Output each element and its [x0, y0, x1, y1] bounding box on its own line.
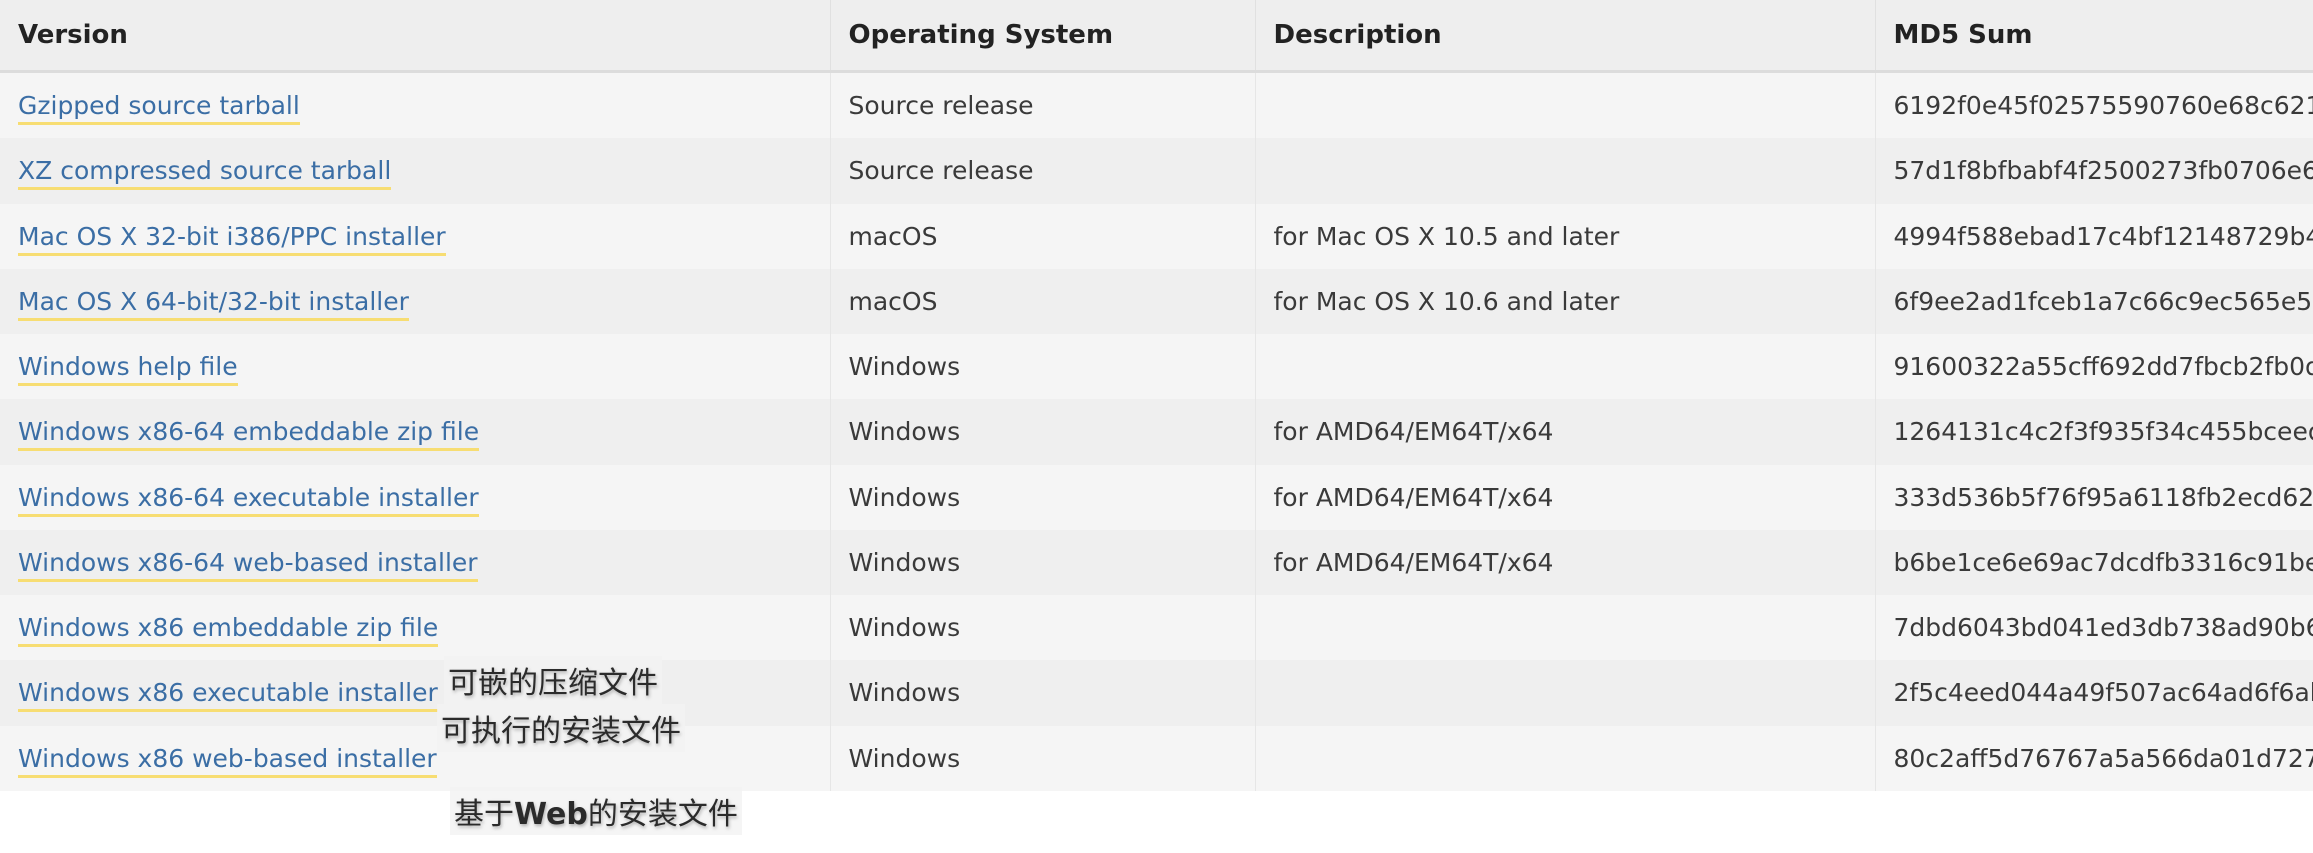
cell-version: Windows x86 executable installer: [0, 660, 831, 726]
cell-os: Source release: [830, 71, 1256, 139]
cell-os: Source release: [830, 138, 1256, 204]
cell-md5: 6192f0e45f02575590760e68c621a488: [1875, 71, 2313, 139]
column-header-md5[interactable]: MD5 Sum: [1875, 0, 2313, 73]
cell-version: Windows x86-64 executable installer: [0, 464, 831, 530]
cell-md5: 57d1f8bfbabf4f2500273fb0706e6f21: [1875, 138, 2313, 204]
cell-md5: b6be1ce6e69ac7dcdfb3316c91bebd95: [1875, 529, 2313, 595]
cell-os: Windows: [830, 334, 1256, 400]
download-link[interactable]: Windows x86-64 embeddable zip file: [18, 417, 480, 452]
download-link[interactable]: Windows x86 executable installer: [18, 678, 438, 713]
table-row: Windows x86 web-based installer Windows …: [0, 725, 2313, 791]
translation-bold-term: Web: [514, 797, 588, 832]
cell-version: Mac OS X 64-bit/32-bit installer: [0, 268, 831, 334]
cell-os: macOS: [830, 203, 1256, 269]
download-link[interactable]: Windows x86-64 executable installer: [18, 482, 479, 517]
download-link[interactable]: Mac OS X 32-bit i386/PPC installer: [18, 221, 446, 256]
cell-description: [1255, 725, 1876, 791]
cell-md5: 6f9ee2ad1fceb1a7c66c9ec565e57102: [1875, 268, 2313, 334]
column-header-os[interactable]: Operating System: [830, 0, 1256, 73]
cell-md5: 91600322a55cff692dd7fbcb2fb0d841: [1875, 334, 2313, 400]
translation-tooltip-web-based-installer: 基于Web的安装文件: [450, 787, 742, 835]
downloads-table: Version Operating System Description MD5…: [0, 0, 2313, 791]
table-row: Mac OS X 32-bit i386/PPC installer macOS…: [0, 203, 2313, 269]
download-link[interactable]: Gzipped source tarball: [18, 91, 300, 125]
table-row: Windows x86-64 web-based installer Windo…: [0, 529, 2313, 595]
cell-description: [1255, 138, 1876, 204]
cell-version: Windows x86 web-based installer: [0, 725, 831, 791]
cell-md5: 333d536b5f76f95a6118fb2ecd623351: [1875, 464, 2313, 530]
cell-md5: 1264131c4c2f3f935f34c455bceedee1: [1875, 399, 2313, 465]
download-link[interactable]: XZ compressed source tarball: [18, 156, 392, 191]
cell-description: [1255, 71, 1876, 139]
table-body: Gzipped source tarball Source release 61…: [0, 71, 2313, 791]
table-row: Gzipped source tarball Source release 61…: [0, 71, 2313, 139]
cell-md5: 7dbd6043bd041ed3db738ad90b6d697f: [1875, 595, 2313, 661]
cell-description: for Mac OS X 10.5 and later: [1255, 203, 1876, 269]
cell-version: Windows x86-64 web-based installer: [0, 529, 831, 595]
cell-os: Windows: [830, 464, 1256, 530]
cell-os: macOS: [830, 268, 1256, 334]
downloads-table-container: Version Operating System Description MD5…: [0, 0, 2313, 853]
cell-version: Mac OS X 32-bit i386/PPC installer: [0, 203, 831, 269]
cell-description: [1255, 334, 1876, 400]
cell-version: Windows x86-64 embeddable zip file: [0, 399, 831, 465]
table-row: Windows x86 embeddable zip file Windows …: [0, 595, 2313, 661]
cell-md5: 2f5c4eed044a49f507ac64ad6f6abf80: [1875, 660, 2313, 726]
cell-description: [1255, 660, 1876, 726]
column-header-version[interactable]: Version: [0, 0, 831, 73]
table-header: Version Operating System Description MD5…: [0, 0, 2313, 73]
cell-description: for AMD64/EM64T/x64: [1255, 464, 1876, 530]
column-header-description[interactable]: Description: [1255, 0, 1876, 73]
cell-os: Windows: [830, 660, 1256, 726]
download-link[interactable]: Windows x86-64 web-based installer: [18, 547, 478, 582]
download-link[interactable]: Mac OS X 64-bit/32-bit installer: [18, 286, 409, 321]
cell-description: for Mac OS X 10.6 and later: [1255, 268, 1876, 334]
download-link[interactable]: Windows help file: [18, 352, 238, 386]
cell-description: for AMD64/EM64T/x64: [1255, 529, 1876, 595]
translation-suffix: 的安装文件: [587, 797, 738, 832]
table-header-row: Version Operating System Description MD5…: [0, 0, 2313, 73]
cell-version: Gzipped source tarball: [0, 71, 831, 139]
table-row: XZ compressed source tarball Source rele…: [0, 138, 2313, 204]
cell-md5: 4994f588ebad17c4bf12148729b430d5: [1875, 203, 2313, 269]
table-row: Windows help file Windows 91600322a55cff…: [0, 334, 2313, 400]
cell-os: Windows: [830, 595, 1256, 661]
cell-version: Windows help file: [0, 334, 831, 400]
table-row: Mac OS X 64-bit/32-bit installer macOS f…: [0, 268, 2313, 334]
table-row: Windows x86-64 embeddable zip file Windo…: [0, 399, 2313, 465]
cell-md5: 80c2aff5d76767a5a566da01d72744b7: [1875, 725, 2313, 791]
cell-version: Windows x86 embeddable zip file: [0, 595, 831, 661]
cell-description: for AMD64/EM64T/x64: [1255, 399, 1876, 465]
translation-prefix: 基于: [454, 797, 514, 832]
cell-description: [1255, 595, 1876, 661]
cell-os: Windows: [830, 529, 1256, 595]
cell-os: Windows: [830, 399, 1256, 465]
table-row: Windows x86 executable installer Windows…: [0, 660, 2313, 726]
cell-version: XZ compressed source tarball: [0, 138, 831, 204]
download-link[interactable]: Windows x86 embeddable zip file: [18, 613, 439, 647]
download-link[interactable]: Windows x86 web-based installer: [18, 743, 437, 778]
table-row: Windows x86-64 executable installer Wind…: [0, 464, 2313, 530]
cell-os: Windows: [830, 725, 1256, 791]
